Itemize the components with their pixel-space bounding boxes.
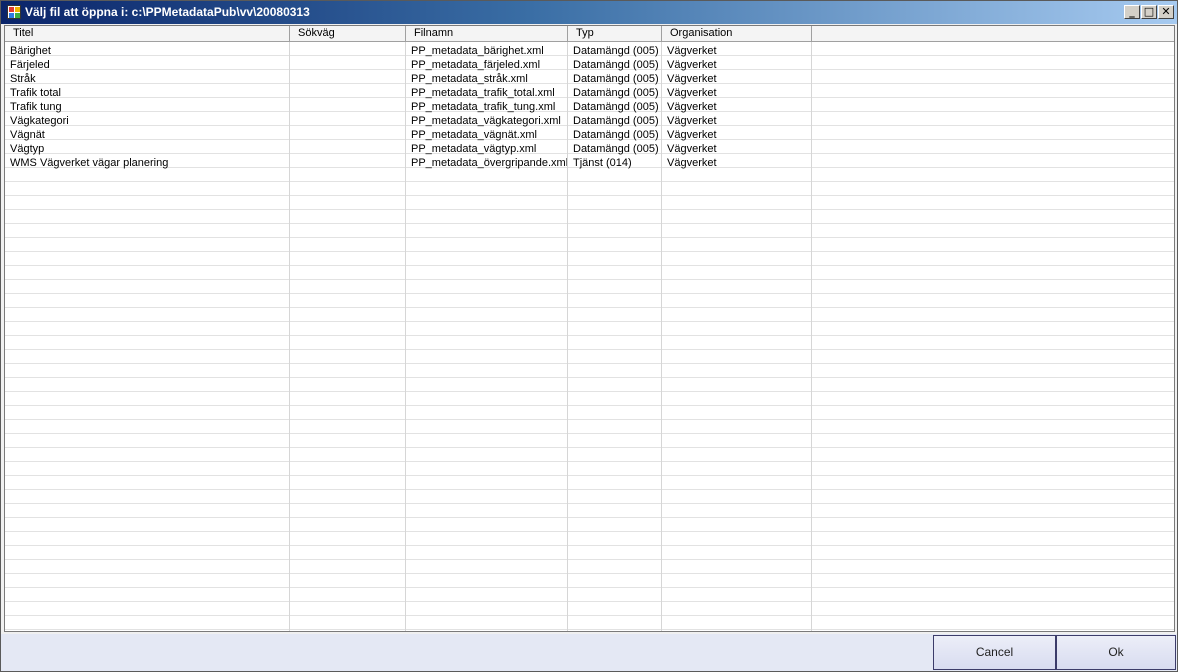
file-list-grid[interactable]: Titel Sökväg Filnamn Typ Organisation Bä…	[4, 25, 1175, 632]
cell-sokvag	[290, 72, 405, 86]
cell-titel: Vägnät	[10, 129, 45, 141]
cell-organisation: Vägverket	[667, 143, 717, 155]
table-row[interactable]: Trafik tung PP_metadata_trafik_tung.xml …	[5, 100, 1174, 114]
cell-organisation: Vägverket	[667, 129, 717, 141]
cell-typ: Datamängd (005)	[573, 143, 659, 155]
cell-sokvag	[290, 142, 405, 156]
table-row[interactable]: WMS Vägverket vägar planering PP_metadat…	[5, 156, 1174, 170]
cell-filnamn: PP_metadata_vägnät.xml	[411, 129, 537, 141]
cell-organisation: Vägverket	[667, 101, 717, 113]
title-bar[interactable]: Välj fil att öppna i: c:\PPMetadataPub\v…	[1, 1, 1177, 24]
cell-typ: Datamängd (005)	[573, 45, 659, 57]
cell-filnamn: PP_metadata_trafik_total.xml	[411, 87, 555, 99]
minimize-button[interactable]: _	[1124, 5, 1140, 19]
window-title: Välj fil att öppna i: c:\PPMetadataPub\v…	[25, 5, 310, 19]
cell-typ: Datamängd (005)	[573, 101, 659, 113]
cell-organisation: Vägverket	[667, 59, 717, 71]
ok-button[interactable]: Ok	[1056, 635, 1176, 670]
cell-sokvag	[290, 114, 405, 128]
table-row[interactable]: Vägtyp PP_metadata_vägtyp.xml Datamängd …	[5, 142, 1174, 156]
cell-titel: WMS Vägverket vägar planering	[10, 157, 169, 169]
cell-titel: Stråk	[10, 73, 36, 85]
cell-filnamn: PP_metadata_vägtyp.xml	[411, 143, 537, 155]
cell-sokvag	[290, 86, 405, 100]
cell-filnamn: PP_metadata_stråk.xml	[411, 73, 528, 85]
cell-filnamn: PP_metadata_trafik_tung.xml	[411, 101, 556, 113]
column-header-filnamn[interactable]: Filnamn	[406, 26, 568, 41]
table-row[interactable]: Färjeled PP_metadata_färjeled.xml Datamä…	[5, 58, 1174, 72]
cell-titel: Vägtyp	[10, 143, 45, 155]
cancel-button[interactable]: Cancel	[933, 635, 1056, 670]
table-row[interactable]: Stråk PP_metadata_stråk.xml Datamängd (0…	[5, 72, 1174, 86]
cell-typ: Datamängd (005)	[573, 73, 659, 85]
cell-typ: Datamängd (005)	[573, 87, 659, 99]
file-open-dialog: Välj fil att öppna i: c:\PPMetadataPub\v…	[0, 0, 1178, 672]
table-row[interactable]: Vägkategori PP_metadata_vägkategori.xml …	[5, 114, 1174, 128]
app-icon	[7, 5, 21, 19]
column-header-typ[interactable]: Typ	[568, 26, 662, 41]
maximize-button[interactable]: □	[1141, 5, 1157, 19]
column-header-titel[interactable]: Titel	[5, 26, 290, 41]
cell-typ: Tjänst (014)	[573, 157, 632, 169]
cell-titel: Vägkategori	[10, 115, 69, 127]
cell-organisation: Vägverket	[667, 115, 717, 127]
cell-typ: Datamängd (005)	[573, 129, 659, 141]
cell-filnamn: PP_metadata_vägkategori.xml	[411, 115, 561, 127]
cell-titel: Bärighet	[10, 45, 51, 57]
cell-titel: Trafik total	[10, 87, 61, 99]
close-button[interactable]: ✕	[1158, 5, 1174, 19]
cell-organisation: Vägverket	[667, 45, 717, 57]
column-header-sokvag[interactable]: Sökväg	[290, 26, 406, 41]
cell-typ: Datamängd (005)	[573, 59, 659, 71]
cell-titel: Färjeled	[10, 59, 50, 71]
table-row[interactable]: Vägnät PP_metadata_vägnät.xml Datamängd …	[5, 128, 1174, 142]
cell-typ: Datamängd (005)	[573, 115, 659, 127]
column-header-organisation[interactable]: Organisation	[662, 26, 812, 41]
cell-organisation: Vägverket	[667, 73, 717, 85]
cell-titel: Trafik tung	[10, 101, 62, 113]
cell-sokvag	[290, 128, 405, 142]
cell-sokvag	[290, 58, 405, 72]
cell-organisation: Vägverket	[667, 87, 717, 99]
cell-sokvag	[290, 156, 405, 170]
table-row[interactable]: Trafik total PP_metadata_trafik_total.xm…	[5, 86, 1174, 100]
cell-sokvag	[290, 100, 405, 114]
cell-filnamn: PP_metadata_bärighet.xml	[411, 45, 544, 57]
cell-filnamn: PP_metadata_övergripande.xml	[411, 157, 567, 169]
table-row[interactable]: Bärighet PP_metadata_bärighet.xml Datamä…	[5, 44, 1174, 58]
cell-sokvag	[290, 44, 405, 58]
cell-filnamn: PP_metadata_färjeled.xml	[411, 59, 541, 71]
grid-header: Titel Sökväg Filnamn Typ Organisation	[5, 26, 1174, 42]
cell-organisation: Vägverket	[667, 157, 717, 169]
